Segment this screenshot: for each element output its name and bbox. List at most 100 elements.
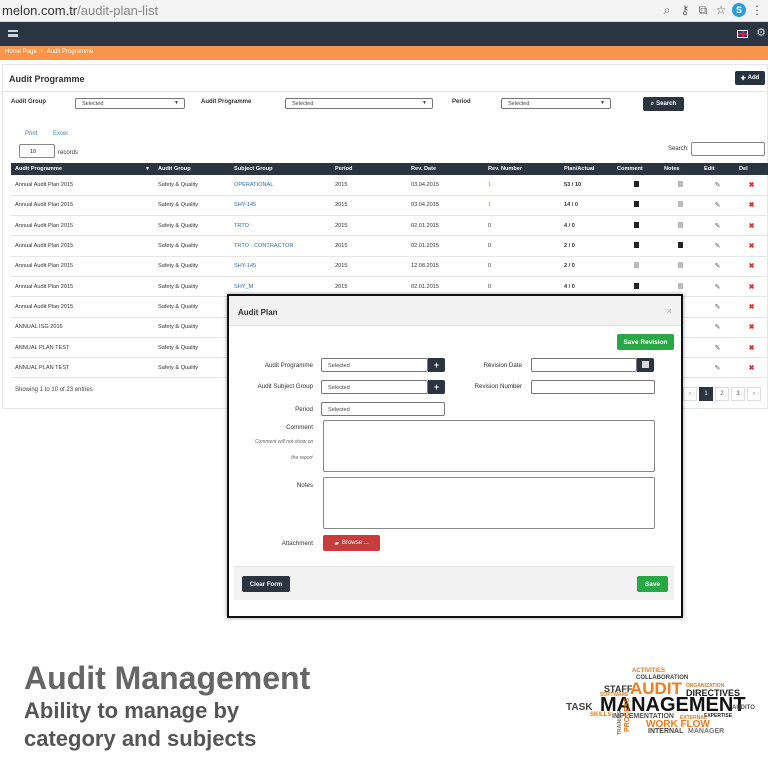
delete-icon[interactable]: ✖ [749,283,755,291]
comment-icon[interactable] [634,282,639,289]
comment-icon[interactable] [634,221,639,228]
search-button[interactable]: ⌕ Search [643,97,684,111]
audit-programme-select[interactable]: Selected ▼ [285,98,433,109]
delete-icon[interactable]: ✖ [749,303,755,311]
save-revision-button[interactable]: Save Revision [617,334,674,350]
table-cell[interactable]: TRTO - CONTRACTOR [230,235,331,257]
comment-icon[interactable] [634,242,639,249]
close-icon[interactable]: × [667,306,672,316]
settings-icon[interactable]: ⚙ [756,26,766,39]
period-select[interactable]: Selected [321,402,445,416]
skype-icon[interactable]: S [732,3,746,17]
comment-icon[interactable] [634,180,639,187]
table-cell: 0 [484,256,560,277]
notes-icon[interactable] [677,201,683,208]
delete-icon[interactable]: ✖ [749,364,755,372]
edit-icon[interactable]: ✎ [715,201,721,209]
notes-icon[interactable] [677,242,683,249]
col-header[interactable]: Rev. Date [407,163,484,175]
col-header[interactable]: Comment [613,163,660,175]
table-cell[interactable]: OPERATIONAL [230,175,331,196]
page-1[interactable]: 1 [699,387,713,401]
page-prev[interactable]: ‹ [683,387,697,401]
delete-icon[interactable]: ✖ [749,323,755,331]
edit-icon[interactable]: ✎ [715,262,721,270]
table-cell[interactable]: SHY-145 [230,195,331,217]
table-cell [660,215,700,237]
delete-icon[interactable]: ✖ [749,222,755,230]
table-cell: ✖ [735,337,768,359]
col-header[interactable]: Audit Group [154,163,230,175]
edit-icon[interactable]: ✎ [715,364,721,372]
zoom-icon[interactable]: ⌕ [660,3,674,17]
table-cell [613,235,660,257]
key-icon[interactable]: ⚷ [678,3,692,17]
url-text[interactable]: melon.com.tr/audit-plan-list [2,3,158,18]
delete-icon[interactable]: ✖ [749,262,755,270]
uk-flag-icon[interactable] [737,30,748,38]
audit-group-select[interactable]: Selected ▼ [75,98,185,109]
page-next[interactable]: › [747,387,761,401]
table-cell: Safety & Quality [154,215,230,237]
col-header[interactable]: Del [735,163,768,175]
edit-icon[interactable]: ✎ [715,323,721,331]
edit-icon[interactable]: ✎ [715,222,721,230]
clear-form-button[interactable]: Clear Form [242,576,290,592]
comment-textarea[interactable] [323,420,655,472]
notes-icon[interactable] [677,180,683,187]
menu-dots-icon[interactable]: ⋮ [750,3,764,17]
delete-icon[interactable]: ✖ [749,181,755,189]
table-cell: Safety & Quality [154,195,230,217]
star-icon[interactable]: ☆ [714,3,728,17]
edit-icon[interactable]: ✎ [715,303,721,311]
add-button[interactable]: ✚ Add [735,71,765,85]
revision-number-input[interactable] [531,380,655,394]
col-header[interactable]: Subject Group [230,163,331,175]
notes-icon[interactable] [677,221,683,228]
delete-icon[interactable]: ✖ [749,242,755,250]
excel-link[interactable]: Excel [53,131,68,137]
pagination: ‹ 1 2 3 › [683,387,761,401]
edit-icon[interactable]: ✎ [715,344,721,352]
calendar-icon[interactable] [637,358,654,372]
save-button[interactable]: Save [637,576,668,592]
table-cell[interactable]: TRTO [230,215,331,237]
page-2[interactable]: 2 [715,387,729,401]
col-header[interactable]: Notes [660,163,700,175]
notes-icon[interactable] [677,282,683,289]
translate-icon[interactable]: ⧉ [696,3,710,17]
word-cloud-logo: ACTIVITIES COLLABORATION STAFF AUDIT ORG… [560,664,764,760]
table-row: Annual Audit Plan 2015 Safety & Quality SH… [11,256,768,277]
breadcrumb-home[interactable]: Home Page [5,49,37,55]
delete-icon[interactable]: ✖ [749,201,755,209]
col-header[interactable]: Period [331,163,407,175]
revision-date-input[interactable] [531,358,637,372]
col-header[interactable]: Rev. Number [484,163,560,175]
comment-icon[interactable] [634,262,639,269]
page-length-select[interactable]: 10 [19,144,55,158]
search-icon: ⌕ [650,100,655,107]
table-search-input[interactable] [691,142,765,156]
audit-programme-select[interactable]: Selected [321,358,428,372]
edit-icon[interactable]: ✎ [715,242,721,250]
browser-address-bar[interactable]: melon.com.tr/audit-plan-list ⌕ ⚷ ⧉ ☆ S ⋮ [0,0,768,22]
col-header[interactable]: Audit Programme ▼ [11,163,154,175]
period-select[interactable]: Selected ▼ [501,98,611,109]
edit-icon[interactable]: ✎ [715,283,721,291]
delete-icon[interactable]: ✖ [749,344,755,352]
page-3[interactable]: 3 [731,387,745,401]
modal-header: Audit Plan × [229,296,681,326]
notes-icon[interactable] [677,262,683,269]
hamburger-menu-icon[interactable] [8,30,18,37]
browse-button[interactable]: ▰ Browse ... [323,535,380,551]
audit-subject-group-select[interactable]: Selected [321,380,428,394]
comment-icon[interactable] [634,201,639,208]
edit-icon[interactable]: ✎ [715,181,721,189]
breadcrumb: Home Page › Audit Programme [0,46,768,60]
notes-textarea[interactable] [323,477,655,529]
table-cell[interactable]: SHY-145 [230,256,331,277]
col-header[interactable]: Plan/Actual [560,163,613,175]
print-link[interactable]: Print [25,131,37,137]
table-cell: Annual Audit Plan 2015 [11,195,154,217]
col-header[interactable]: Edit [700,163,735,175]
